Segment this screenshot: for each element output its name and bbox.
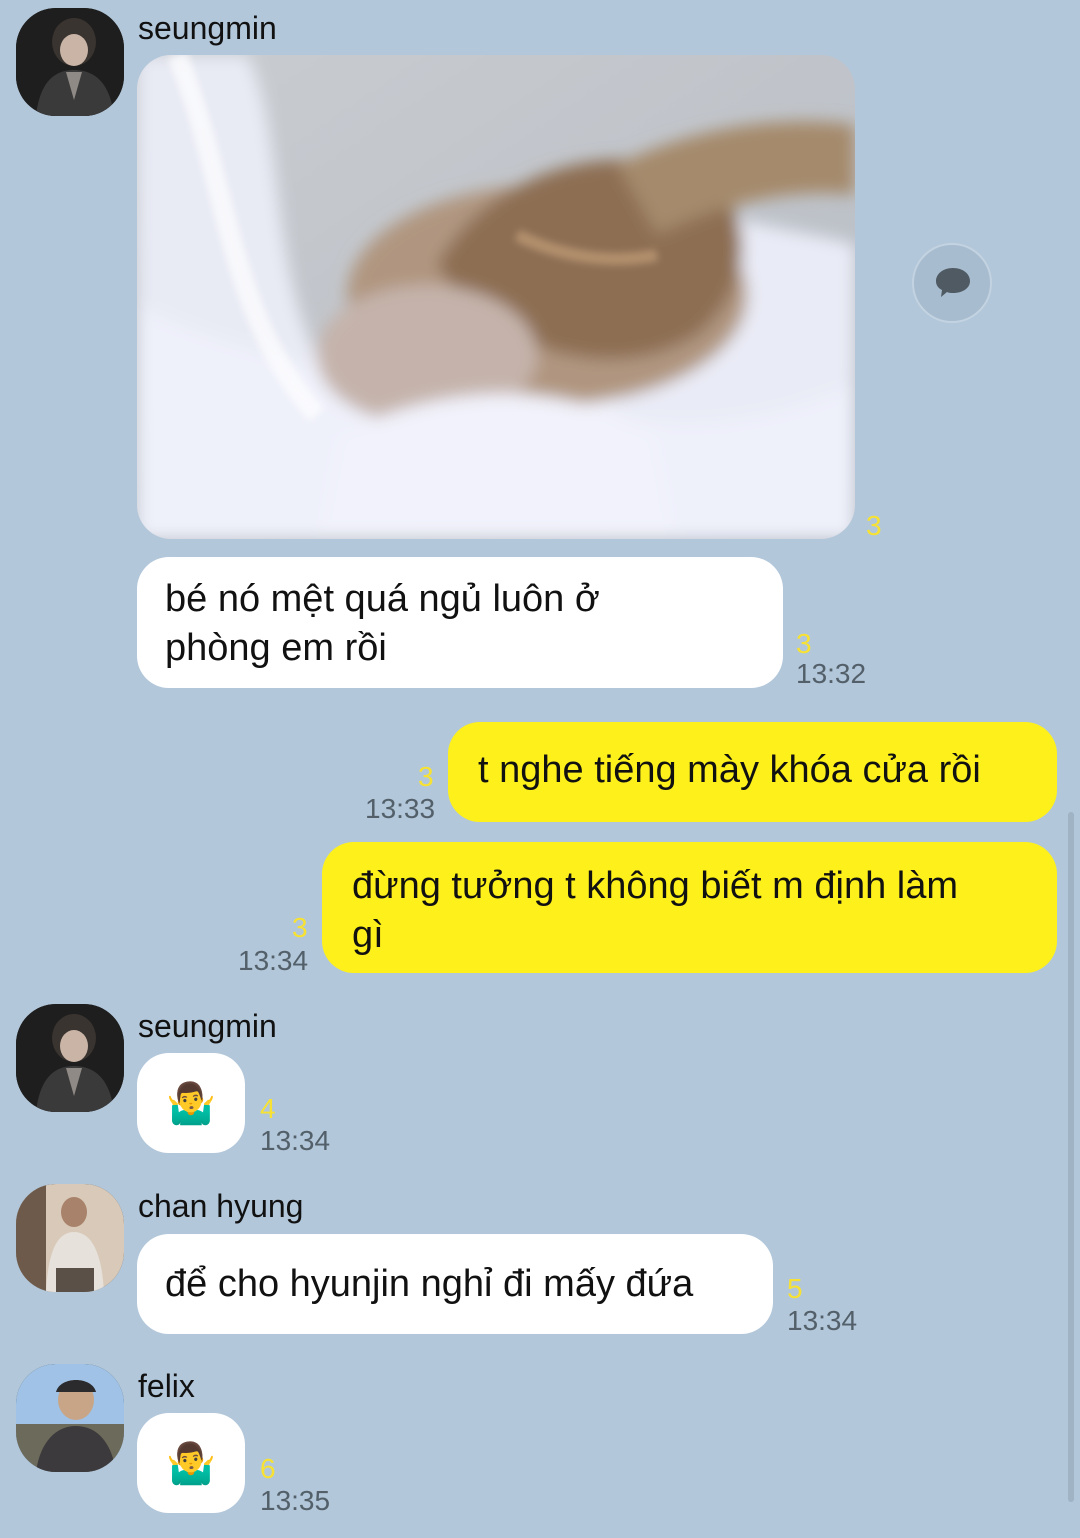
avatar-chan-hyung[interactable] — [16, 1184, 124, 1292]
emoji-message-bubble[interactable]: 🤷‍♂️ — [137, 1413, 245, 1513]
unread-count: 3 — [292, 912, 308, 943]
sender-name: seungmin — [138, 10, 277, 46]
unread-count: 4 — [260, 1093, 276, 1124]
sleeping-photo-image — [137, 55, 855, 539]
message-time: 13:35 — [260, 1485, 331, 1516]
speech-bubble-icon — [936, 268, 970, 297]
sender-name: seungmin — [138, 1008, 277, 1044]
message-time: 13:34 — [260, 1125, 331, 1156]
message-time: 13:33 — [365, 793, 436, 824]
my-message-bubble[interactable]: t nghe tiếng mày khóa cửa rồi — [448, 722, 1057, 822]
sender-name: felix — [138, 1368, 195, 1404]
avatar-seungmin[interactable] — [16, 1004, 124, 1112]
message-bubble[interactable]: để cho hyunjin nghỉ đi mấy đứa — [137, 1234, 773, 1334]
photo-message[interactable] — [137, 55, 855, 539]
unread-count: 3 — [418, 761, 434, 792]
share-button[interactable] — [912, 243, 992, 323]
sender-name: chan hyung — [138, 1188, 304, 1224]
person-shrugging-emoji: 🤷‍♂️ — [166, 1441, 216, 1487]
message-time: 13:32 — [796, 658, 867, 689]
unread-count: 3 — [866, 510, 882, 541]
message-bubble[interactable]: bé nó mệt quá ngủ luôn ở phòng em rồi — [137, 557, 783, 688]
avatar-seungmin[interactable] — [16, 8, 124, 116]
scrollbar[interactable] — [1068, 812, 1074, 1502]
unread-count: 6 — [260, 1453, 276, 1484]
message-time: 13:34 — [238, 945, 309, 976]
avatar-felix[interactable] — [16, 1364, 124, 1472]
unread-count: 5 — [787, 1273, 803, 1304]
person-shrugging-emoji: 🤷‍♂️ — [166, 1081, 216, 1127]
emoji-message-bubble[interactable]: 🤷‍♂️ — [137, 1053, 245, 1153]
my-message-bubble[interactable]: đừng tưởng t không biết m định làm gì — [322, 842, 1057, 973]
unread-count: 3 — [796, 628, 812, 659]
message-time: 13:34 — [787, 1305, 858, 1336]
